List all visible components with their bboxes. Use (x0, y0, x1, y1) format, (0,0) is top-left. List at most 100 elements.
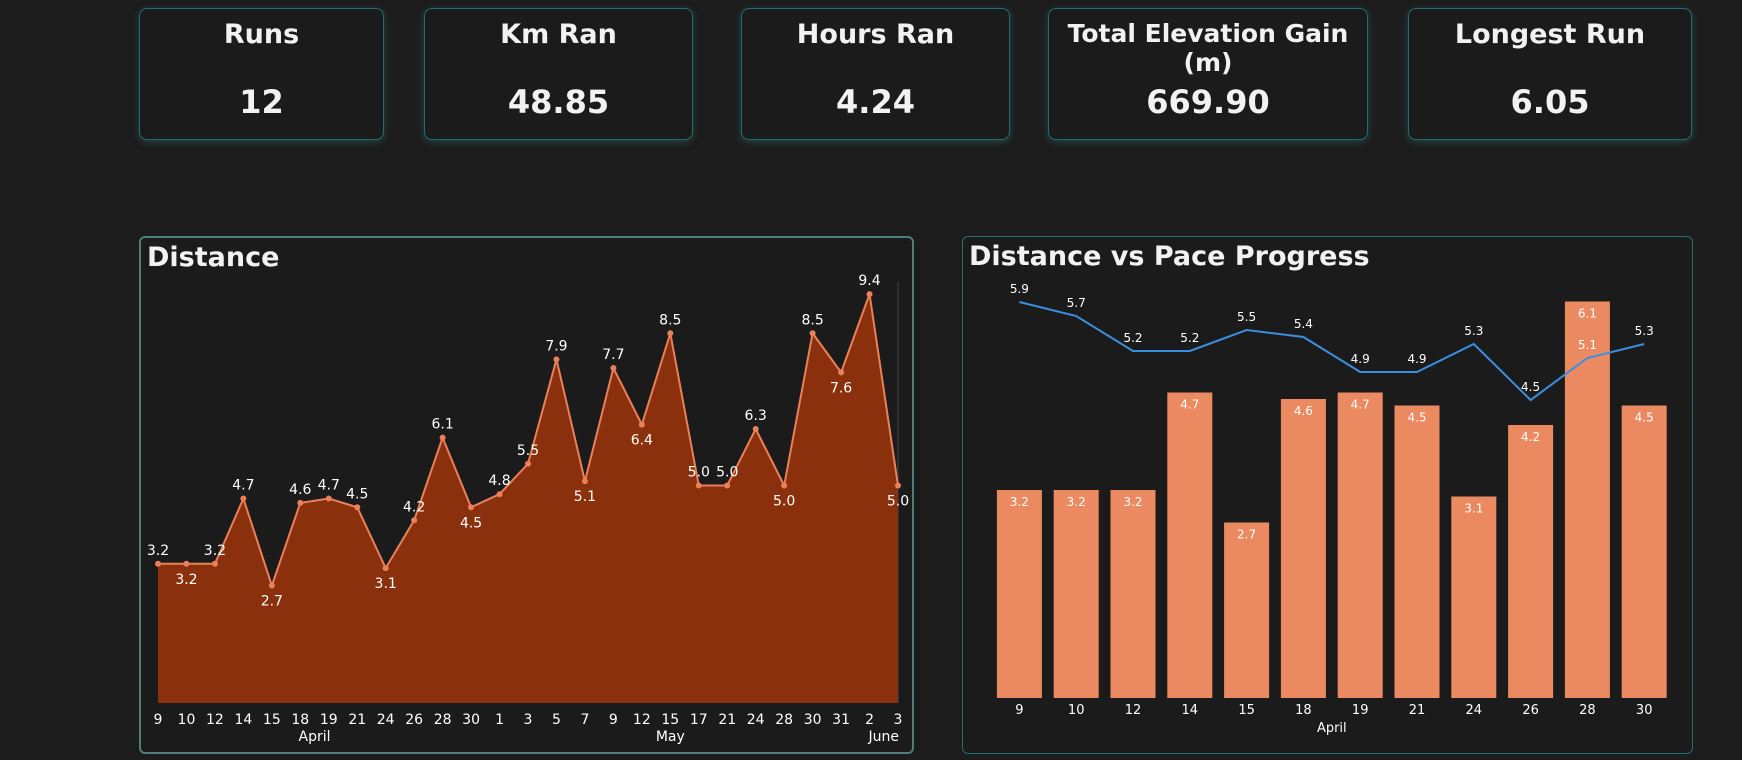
bar-value-label: 4.2 (1521, 430, 1540, 444)
month-label: April (299, 729, 331, 745)
data-label: 4.7 (232, 478, 254, 494)
data-point (525, 460, 531, 467)
kpi-card-runs: Runs 12 (139, 8, 384, 140)
kpi-card-hours-ran: Hours Ran 4.24 (741, 8, 1010, 140)
x-tick-label: 9 (609, 712, 618, 728)
x-tick-label: 15 (1238, 703, 1255, 718)
month-label: June (868, 729, 900, 745)
data-label: 6.3 (745, 408, 767, 424)
distance-bar (1110, 490, 1156, 698)
x-tick-label: 15 (263, 712, 281, 728)
data-point (781, 482, 788, 489)
data-point (809, 330, 816, 337)
bar-value-label: 2.7 (1237, 528, 1256, 542)
data-label: 5.1 (574, 489, 596, 505)
kpi-title: Hours Ran (796, 19, 955, 50)
data-point (240, 495, 247, 502)
x-tick-label: 21 (718, 712, 736, 728)
data-label: 9.4 (858, 273, 880, 289)
pace-value-label: 5.3 (1464, 324, 1483, 338)
x-tick-label: 9 (1015, 703, 1023, 718)
data-label: 4.6 (289, 482, 311, 498)
x-tick-label: 21 (1409, 703, 1426, 718)
data-point (667, 330, 674, 337)
x-tick-label: 30 (1636, 703, 1653, 718)
distance-vs-pace-chart-panel: Distance vs Pace Progress 3.2 9 3.2 10 3.2 12… (962, 236, 1693, 754)
data-label: 3.2 (175, 572, 197, 588)
x-axis-label: April (1317, 721, 1347, 736)
data-label: 5.0 (716, 465, 738, 481)
bar-value-label: 4.7 (1351, 398, 1370, 412)
kpi-value: 669.90 (1146, 83, 1270, 121)
x-tick-label: 5 (552, 712, 561, 728)
x-tick-label: 15 (661, 712, 679, 728)
data-label: 8.5 (801, 312, 823, 328)
x-tick-label: 31 (832, 712, 850, 728)
x-tick-label: 3 (524, 712, 533, 728)
x-tick-label: 18 (291, 712, 309, 728)
data-label: 3.2 (147, 543, 169, 559)
data-label: 6.4 (631, 433, 653, 449)
data-point (411, 517, 418, 524)
kpi-value: 6.05 (1510, 83, 1590, 121)
data-point (211, 560, 218, 567)
pace-value-label: 5.2 (1123, 331, 1142, 345)
data-point (553, 356, 560, 363)
data-label: 4.5 (460, 515, 482, 531)
x-tick-label: 30 (804, 712, 822, 728)
data-point (297, 499, 304, 506)
kpi-value: 4.24 (836, 83, 915, 121)
pace-line (1019, 301, 1645, 402)
distance-bar (1224, 522, 1270, 698)
data-point (382, 565, 389, 572)
kpi-title: Longest Run (1454, 19, 1646, 50)
kpi-card-km-ran: Km Ran 48.85 (424, 8, 693, 140)
bar-value-label: 3.2 (1067, 495, 1086, 509)
bar-value-label: 4.5 (1407, 411, 1426, 425)
pace-value-label: 5.5 (1237, 310, 1256, 324)
x-tick-label: 12 (633, 712, 651, 728)
distance-bar (1053, 490, 1099, 698)
distance-bar (1564, 301, 1610, 698)
x-tick-label: 2 (865, 712, 874, 728)
x-tick-label: 14 (234, 712, 252, 728)
data-point (354, 504, 361, 511)
data-label: 4.5 (346, 486, 368, 502)
data-label: 5.5 (517, 443, 539, 459)
data-label: 2.7 (261, 594, 283, 610)
bar-value-label: 3.1 (1464, 502, 1483, 516)
pace-value-label: 4.9 (1407, 352, 1426, 366)
x-tick-label: 10 (1068, 703, 1085, 718)
x-tick-label: 28 (1579, 703, 1596, 718)
distance-bar (1167, 392, 1213, 698)
kpi-value: 12 (239, 83, 284, 121)
data-point (610, 365, 617, 372)
bar-value-label: 3.2 (1123, 495, 1142, 509)
x-tick-label: 24 (1466, 703, 1483, 718)
x-tick-label: 26 (405, 712, 423, 728)
distance-vs-pace-combo-chart: 3.2 9 3.2 10 3.2 12 4.7 14 2.7 15 4.6 18 4.7 19 4.5 21 3… (996, 282, 1667, 736)
data-point (695, 482, 702, 489)
distance-bar (1337, 392, 1383, 698)
distance-bar (996, 490, 1042, 698)
pace-value-label: 4.9 (1351, 352, 1370, 366)
x-tick-label: 21 (348, 712, 366, 728)
data-point (638, 421, 645, 428)
x-tick-label: 9 (154, 712, 163, 728)
data-label: 3.1 (375, 576, 397, 592)
data-point (866, 291, 873, 298)
x-tick-label: 26 (1522, 703, 1539, 718)
pace-value-label: 5.2 (1180, 331, 1199, 345)
x-tick-label: 19 (320, 712, 338, 728)
data-label: 4.7 (318, 478, 340, 494)
x-tick-label: 24 (747, 712, 765, 728)
bar-value-label: 4.5 (1635, 411, 1654, 425)
data-label: 3.2 (204, 543, 226, 559)
pace-value-label: 5.7 (1067, 296, 1086, 310)
data-label: 6.1 (431, 417, 453, 433)
bar-value-label: 4.6 (1294, 404, 1313, 418)
pace-value-label: 4.5 (1521, 380, 1540, 394)
kpi-card-total-elevation-gain: Total Elevation Gain (m) 669.90 (1048, 8, 1368, 140)
distance-area-chart: 3.293.2103.2124.7142.7154.6184.7194.5213… (147, 273, 909, 745)
data-label: 5.0 (773, 494, 795, 510)
